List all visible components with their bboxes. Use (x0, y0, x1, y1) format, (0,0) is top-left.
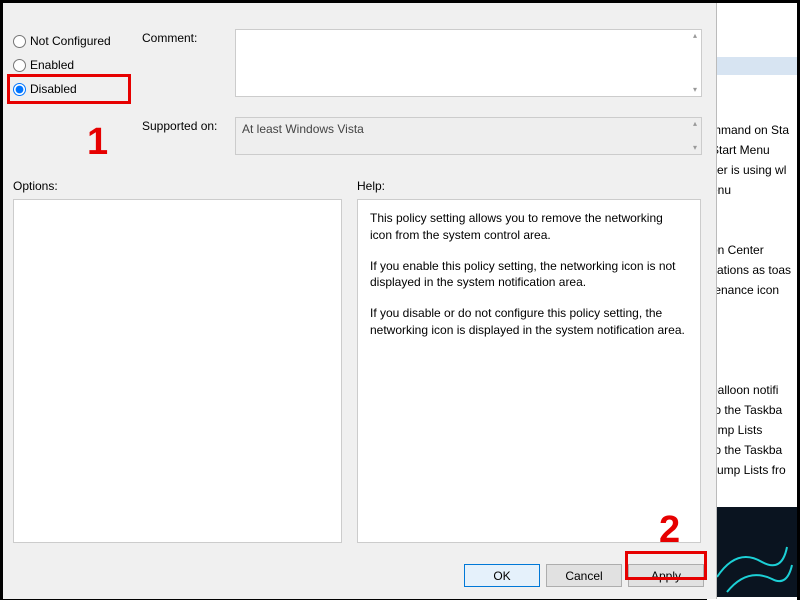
help-text: If you disable or do not configure this … (370, 305, 688, 339)
policy-state-radios: Not Configured Enabled Disabled (13, 31, 111, 103)
supported-on-label: Supported on: (142, 119, 217, 133)
radio-disabled[interactable]: Disabled (13, 79, 111, 99)
radio-enabled-input[interactable] (13, 59, 26, 72)
options-panel (13, 199, 342, 543)
radio-not-configured-input[interactable] (13, 35, 26, 48)
cancel-button[interactable]: Cancel (546, 564, 622, 587)
bg-line: d (711, 203, 797, 217)
background-desktop (707, 507, 797, 597)
background-list-header (707, 57, 797, 75)
bg-line: ser is using wl (711, 163, 797, 177)
radio-not-configured[interactable]: Not Configured (13, 31, 111, 51)
ok-button[interactable]: OK (464, 564, 540, 587)
radio-disabled-label: Disabled (30, 82, 77, 96)
help-text: If you enable this policy setting, the n… (370, 258, 688, 292)
bg-line: to the Taskba (711, 443, 797, 457)
chevron-down-icon[interactable]: ▾ (689, 143, 701, 153)
help-text: This policy setting allows you to remove… (370, 210, 688, 244)
bg-line: tenance icon (711, 283, 797, 297)
radio-not-configured-label: Not Configured (30, 34, 111, 48)
bg-line: enu (711, 183, 797, 197)
apply-button[interactable]: Apply (628, 564, 704, 587)
bg-line: balloon notifi (711, 383, 797, 397)
bg-line: cations as toas (711, 263, 797, 277)
comment-field[interactable] (235, 29, 702, 97)
radio-enabled-label: Enabled (30, 58, 74, 72)
bg-line: to the Taskba (711, 403, 797, 417)
bg-line: on Center (711, 243, 797, 257)
bg-line: n (711, 363, 797, 377)
help-label: Help: (357, 179, 385, 193)
dialog-buttons: OK Cancel Apply (464, 564, 704, 587)
policy-dialog: Not Configured Enabled Disabled Comment:… (3, 3, 717, 599)
bg-line: mmand on Sta (711, 123, 797, 137)
chevron-down-icon[interactable]: ▾ (689, 85, 701, 95)
chevron-up-icon[interactable]: ▴ (689, 31, 701, 41)
chevron-up-icon[interactable]: ▴ (689, 119, 701, 129)
bg-line: Start Menu (711, 143, 797, 157)
options-label: Options: (13, 179, 58, 193)
supported-on-field (235, 117, 702, 155)
radio-disabled-input[interactable] (13, 83, 26, 96)
comment-label: Comment: (142, 31, 197, 45)
bg-line: ump Lists (711, 423, 797, 437)
help-panel: This policy setting allows you to remove… (357, 199, 701, 543)
radio-enabled[interactable]: Enabled (13, 55, 111, 75)
bg-line: Jump Lists fro (711, 463, 797, 477)
